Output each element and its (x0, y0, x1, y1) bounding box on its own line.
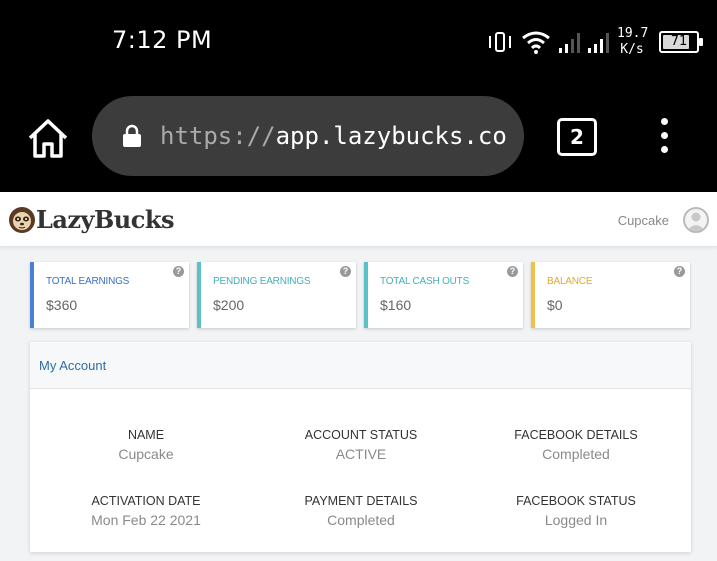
avatar[interactable] (683, 207, 709, 233)
field-value: Cupcake (118, 446, 174, 462)
field-value: Completed (542, 446, 610, 462)
stat-value: $360 (46, 297, 78, 313)
battery-level: 71 (670, 34, 688, 49)
field-value: Mon Feb 22 2021 (91, 512, 201, 528)
status-icons: 19.7 K/s 71 (487, 22, 703, 62)
signal-icon-2 (588, 31, 609, 53)
stat-card-total-earnings: TOTAL EARNINGS $360 ? (30, 262, 189, 328)
field-label: PAYMENT DETAILS (304, 494, 418, 508)
help-icon[interactable]: ? (340, 266, 351, 277)
vibrate-icon (487, 30, 513, 54)
signal-icon (559, 31, 580, 53)
field-account-status: ACCOUNT STATUS ACTIVE (251, 428, 471, 462)
field-label: FACEBOOK DETAILS (514, 428, 638, 442)
field-label: ACTIVATION DATE (91, 494, 201, 508)
lock-icon (123, 124, 141, 147)
field-label: FACEBOOK STATUS (516, 494, 636, 508)
stat-value: $0 (547, 297, 563, 313)
stat-card-pending-earnings: PENDING EARNINGS $200 ? (197, 262, 356, 328)
my-account-panel: My Account NAME Cupcake ACCOUNT STATUS A… (30, 342, 691, 552)
field-label: NAME (127, 428, 165, 442)
logo-sloth-icon[interactable] (8, 204, 36, 234)
tab-switcher-button[interactable]: 2 (557, 118, 597, 156)
field-value: Logged In (544, 512, 608, 528)
site-header: LazyBucks Cupcake (0, 192, 717, 247)
network-speed-value: 19.7 (617, 26, 649, 41)
field-name: NAME Cupcake (36, 428, 256, 462)
stat-label: TOTAL CASH OUTS (380, 276, 470, 287)
overflow-menu-icon[interactable] (656, 118, 672, 158)
stat-label: PENDING EARNINGS (213, 276, 311, 287)
network-speed-unit: K/s (620, 42, 644, 57)
stat-card-balance: BALANCE $0 ? (531, 262, 690, 328)
user-name[interactable]: Cupcake (618, 213, 669, 228)
url-scheme: https:// (160, 122, 276, 150)
user-avatar-icon (687, 212, 705, 231)
url-text[interactable]: https://app.lazybucks.co (160, 122, 507, 150)
wifi-icon (522, 31, 550, 54)
field-label: ACCOUNT STATUS (304, 428, 418, 442)
stat-label: TOTAL EARNINGS (46, 276, 130, 287)
browser-toolbar: https://app.lazybucks.co 2 (0, 84, 717, 192)
url-host: app.lazybucks.co (275, 122, 507, 150)
stat-card-total-cash-outs: TOTAL CASH OUTS $160 ? (364, 262, 523, 328)
help-icon[interactable]: ? (674, 266, 685, 277)
network-speed: 19.7 K/s (617, 26, 649, 58)
address-bar[interactable]: https://app.lazybucks.co (92, 96, 524, 176)
field-activation-date: ACTIVATION DATE Mon Feb 22 2021 (36, 494, 256, 528)
stat-value: $160 (380, 297, 412, 313)
panel-header: My Account (30, 342, 691, 389)
field-value: Completed (327, 512, 395, 528)
field-value: ACTIVE (335, 446, 387, 462)
stat-label: BALANCE (547, 276, 593, 287)
field-facebook-status: FACEBOOK STATUS Logged In (466, 494, 686, 528)
field-payment-details: PAYMENT DETAILS Completed (251, 494, 471, 528)
field-facebook-details: FACEBOOK DETAILS Completed (466, 428, 686, 462)
home-icon[interactable] (26, 116, 70, 160)
clock: 7:12 PM (112, 26, 213, 54)
battery-icon: 71 (659, 31, 703, 53)
stat-value: $200 (213, 297, 245, 313)
logo-text[interactable]: LazyBucks (36, 205, 175, 234)
panel-title: My Account (39, 358, 107, 373)
help-icon[interactable]: ? (507, 266, 518, 277)
status-bar: 7:12 PM 19.7 K/s 71 (0, 0, 717, 84)
help-icon[interactable]: ? (173, 266, 184, 277)
